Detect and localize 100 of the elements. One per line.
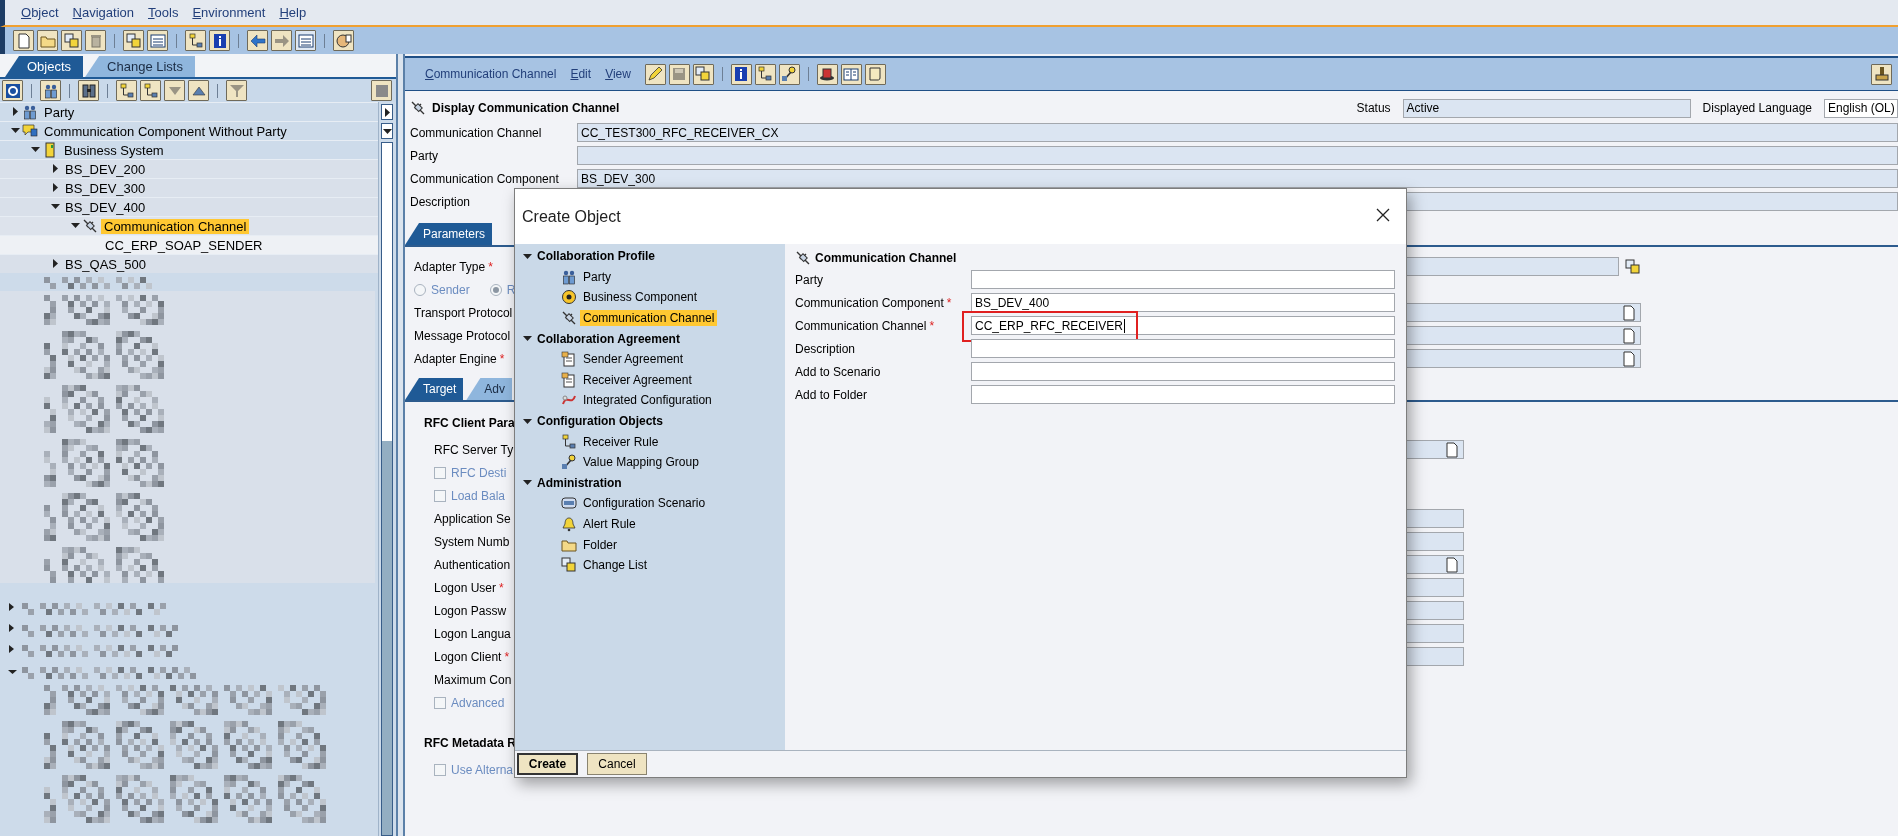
caret-down-icon[interactable] xyxy=(523,251,532,261)
toolbar-button[interactable] xyxy=(140,80,161,101)
key-icon xyxy=(561,454,577,471)
language-field[interactable]: English (OL) xyxy=(1824,98,1898,118)
hierarchy-icon xyxy=(118,82,135,99)
object-type-item[interactable]: Alert Rule xyxy=(580,516,639,532)
toolbar-button[interactable] xyxy=(778,63,800,85)
book-icon xyxy=(843,66,860,82)
hierarchy-icon xyxy=(142,82,159,99)
toolbar-button[interactable] xyxy=(116,80,137,101)
caret-down-icon[interactable] xyxy=(523,334,532,344)
panel-tab[interactable]: Objects xyxy=(5,56,84,77)
scrollbar-thumb[interactable] xyxy=(382,440,392,835)
caret-right-icon[interactable] xyxy=(10,107,20,116)
copy-icon xyxy=(695,66,712,82)
tree-item[interactable]: Communication Channel xyxy=(101,218,250,234)
field-label: Add to Scenario xyxy=(795,364,881,379)
caret-right-icon[interactable] xyxy=(50,259,60,268)
toolbar-button[interactable] xyxy=(816,63,838,85)
input-field[interactable] xyxy=(971,270,1395,289)
caret-down-icon[interactable] xyxy=(523,416,532,426)
dialog-button[interactable]: Cancel xyxy=(587,753,647,775)
text-field[interactable]: CC_TEST300_RFC_RECEIVER_CX xyxy=(577,123,1898,142)
caret-down-icon[interactable] xyxy=(523,478,532,488)
target-icon xyxy=(561,289,577,306)
input-field[interactable] xyxy=(971,339,1395,358)
toolbar-button[interactable] xyxy=(730,63,752,85)
checkbox-label: Load Bala xyxy=(451,488,506,503)
field-label: Party xyxy=(795,272,823,287)
object-type-item[interactable]: Value Mapping Group xyxy=(580,454,702,471)
text-field[interactable] xyxy=(577,146,1898,165)
input-field[interactable] xyxy=(971,385,1395,404)
toolbar-button[interactable] xyxy=(209,30,230,51)
section-tab[interactable]: Parameters xyxy=(405,223,493,245)
object-type-item[interactable]: Communication Channel xyxy=(580,310,718,327)
menu-item[interactable]: Edit xyxy=(570,67,592,81)
panel-icon xyxy=(561,495,577,512)
field-label: Logon Passw xyxy=(434,603,507,618)
object-type-item[interactable]: Receiver Agreement xyxy=(580,371,695,388)
two-people-icon xyxy=(561,268,577,285)
field-label: Add to Folder xyxy=(795,387,868,402)
field-label: Communication Component xyxy=(410,171,559,186)
object-type-item[interactable]: Change List xyxy=(580,557,651,574)
document-icon xyxy=(561,351,577,368)
input-field[interactable]: BS_DEV_400 xyxy=(971,293,1395,312)
field-label: Description xyxy=(410,194,471,209)
input-field[interactable]: CC_ERP_RFC_RECEIVER xyxy=(971,316,1395,335)
toolbar-button[interactable] xyxy=(78,80,99,101)
group-label: Collaboration Profile xyxy=(537,249,655,264)
object-type-item[interactable]: Receiver Rule xyxy=(580,433,662,450)
tree-item[interactable]: BS_DEV_400 xyxy=(62,199,149,215)
toolbar-button[interactable] xyxy=(333,30,354,51)
binoculars-icon xyxy=(80,82,97,99)
hierarchy-icon xyxy=(757,66,774,82)
toolbar-button[interactable] xyxy=(185,30,206,51)
input-field[interactable] xyxy=(971,362,1395,381)
tree-item[interactable]: BS_QAS_500 xyxy=(62,256,149,272)
section-tab[interactable]: Adv xyxy=(466,378,513,400)
tree-item[interactable]: BS_DEV_200 xyxy=(62,161,149,177)
menu-item[interactable]: Environment xyxy=(192,5,266,20)
dialog-button[interactable]: Create xyxy=(517,753,578,775)
field-label: Logon Client * xyxy=(434,649,510,664)
floppy-icon xyxy=(671,66,688,82)
object-type-item[interactable]: Sender Agreement xyxy=(580,351,687,368)
language-label: Displayed Language xyxy=(1702,101,1812,115)
toolbar-button[interactable] xyxy=(754,63,776,85)
toolbar-button[interactable] xyxy=(2,80,23,101)
tree-item[interactable]: Business System xyxy=(61,142,167,158)
object-type-item[interactable]: Party xyxy=(580,268,614,285)
object-type-item[interactable]: Folder xyxy=(580,536,620,553)
panel-tab[interactable]: Change Lists xyxy=(85,56,195,77)
tree-item[interactable]: Party xyxy=(41,104,78,120)
funnel-icon xyxy=(228,82,245,99)
status-label: Status xyxy=(1356,101,1391,115)
tree-item[interactable]: BS_DEV_300 xyxy=(62,180,149,196)
flag-icon xyxy=(22,123,38,139)
menu-item[interactable]: View xyxy=(605,67,631,81)
section-title: RFC Client Para xyxy=(424,415,515,432)
menu-item[interactable]: Help xyxy=(279,5,307,20)
toolbar-button[interactable] xyxy=(644,63,666,85)
field-label: Description xyxy=(795,341,856,356)
plug-icon xyxy=(561,310,577,327)
toolbar-button[interactable] xyxy=(1871,63,1892,85)
menu-item[interactable]: Object xyxy=(21,5,59,20)
menu-item[interactable]: Communication Channel xyxy=(425,67,557,81)
group-label: Collaboration Agreement xyxy=(537,331,680,346)
close-icon xyxy=(1376,208,1390,222)
object-type-item[interactable]: Configuration Scenario xyxy=(580,495,709,512)
menu-item[interactable]: Navigation xyxy=(72,5,135,20)
form-title: Communication Channel xyxy=(815,251,957,265)
text-field[interactable]: BS_DEV_300 xyxy=(577,169,1898,188)
refresh-icon xyxy=(4,82,21,99)
object-type-item[interactable]: Business Component xyxy=(580,289,701,306)
two-people-icon xyxy=(42,82,59,99)
tree-item[interactable]: Communication Component Without Party xyxy=(41,123,290,139)
scrollbar-track[interactable] xyxy=(381,142,393,836)
square-icon xyxy=(373,82,390,99)
object-type-item[interactable]: Integrated Configuration xyxy=(580,392,715,409)
section-tab[interactable]: Target xyxy=(405,378,464,400)
menu-item[interactable]: Tools xyxy=(148,5,179,20)
